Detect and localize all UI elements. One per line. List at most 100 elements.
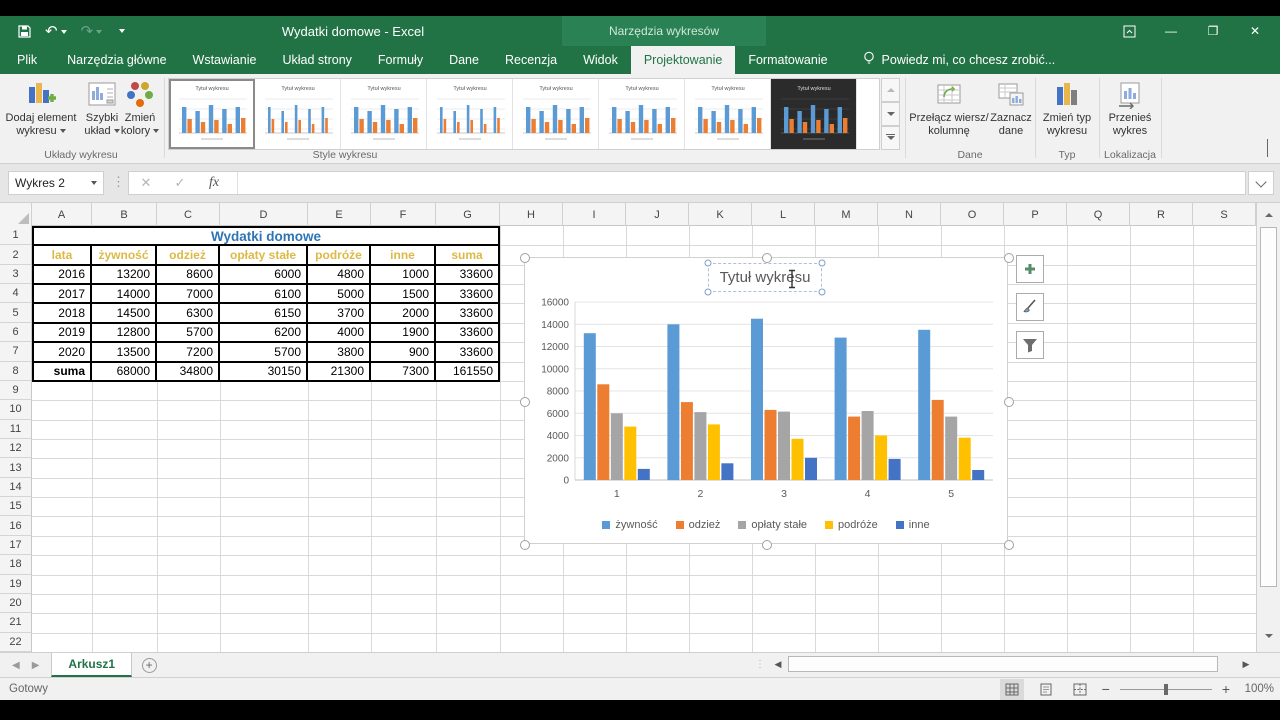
tab-recenzja[interactable]: Recenzja [492, 46, 570, 74]
row-header-11[interactable]: 11 [0, 420, 32, 439]
column-header-A[interactable]: A [32, 203, 92, 226]
chart-style-thumbnail[interactable]: Tytuł wykresu [599, 79, 685, 149]
table-cell[interactable]: 6150 [220, 304, 308, 323]
table-cell[interactable]: 161550 [436, 363, 500, 382]
table-cell[interactable]: 5700 [220, 343, 308, 362]
chart-style-thumbnail[interactable]: Tytuł wykresu [685, 79, 771, 149]
selection-handle[interactable] [1004, 397, 1014, 407]
scroll-up-icon[interactable] [1260, 206, 1277, 223]
normal-view-icon[interactable] [1000, 679, 1024, 700]
table-cell[interactable]: 14000 [92, 285, 157, 304]
column-header-F[interactable]: F [371, 203, 436, 226]
legend-item-opłaty stałe[interactable]: opłaty stałe [738, 519, 807, 531]
zoom-in-icon[interactable]: + [1222, 681, 1230, 697]
scroll-left-icon[interactable]: ◀ [770, 655, 786, 673]
scroll-down-icon[interactable] [1260, 627, 1277, 644]
tab-wstawianie[interactable]: Wstawianie [180, 46, 270, 74]
chart-style-thumbnail[interactable]: Tytuł wykresu [341, 79, 427, 149]
chart-styles-button[interactable] [1016, 293, 1044, 321]
row-header-14[interactable]: 14 [0, 478, 32, 497]
table-cell[interactable]: 3700 [308, 304, 371, 323]
table-cell[interactable]: 900 [371, 343, 436, 362]
page-break-view-icon[interactable] [1068, 679, 1092, 700]
table-header-cell[interactable]: żywność [92, 246, 157, 265]
table-cell[interactable]: 30150 [220, 363, 308, 382]
row-header-5[interactable]: 5 [0, 303, 32, 322]
legend-item-żywność[interactable]: żywność [602, 519, 657, 531]
tab-układ-strony[interactable]: Układ strony [269, 46, 364, 74]
row-header-4[interactable]: 4 [0, 284, 32, 303]
table-header-cell[interactable]: lata [32, 246, 92, 265]
chart-style-thumbnail[interactable]: Tytuł wykresu [427, 79, 513, 149]
title-selection-handle[interactable] [819, 289, 826, 296]
row-header-19[interactable]: 19 [0, 575, 32, 594]
change-colors-button[interactable]: Zmień kolory [118, 78, 162, 138]
switch-row-column-button[interactable]: Przełącz wiersz/ kolumnę [906, 78, 992, 138]
table-header-cell[interactable]: inne [371, 246, 436, 265]
horizontal-scrollbar[interactable]: ⋮ ◀ ▶ [755, 655, 1254, 673]
column-header-D[interactable]: D [220, 203, 308, 226]
row-header-20[interactable]: 20 [0, 594, 32, 613]
gallery-scroll-down-icon[interactable] [881, 102, 900, 126]
selection-handle[interactable] [520, 397, 530, 407]
table-cell[interactable]: 1500 [371, 285, 436, 304]
scroll-right-icon[interactable]: ▶ [1238, 655, 1254, 673]
selection-handle[interactable] [1004, 253, 1014, 263]
selection-handle[interactable] [762, 540, 772, 550]
table-cell[interactable]: 2016 [32, 266, 92, 285]
cancel-icon[interactable]: ✕ [129, 175, 163, 191]
table-cell[interactable]: 4800 [308, 266, 371, 285]
table-cell[interactable]: 21300 [308, 363, 371, 382]
change-chart-type-button[interactable]: Zmień typ wykresu [1036, 78, 1098, 138]
new-sheet-button[interactable]: + [132, 653, 166, 677]
select-data-button[interactable]: Zaznacz dane [988, 78, 1034, 138]
column-header-N[interactable]: N [878, 203, 941, 226]
column-header-J[interactable]: J [626, 203, 689, 226]
table-cell[interactable]: suma [32, 363, 92, 382]
table-cell[interactable]: 1900 [371, 324, 436, 343]
table-cell[interactable]: 33600 [436, 285, 500, 304]
close-button[interactable]: ✕ [1234, 16, 1276, 46]
column-header-M[interactable]: M [815, 203, 878, 226]
selection-handle[interactable] [762, 253, 772, 263]
legend-item-podróże[interactable]: podróże [825, 519, 878, 531]
table-cell[interactable]: 2019 [32, 324, 92, 343]
zoom-slider-thumb[interactable] [1164, 684, 1168, 695]
table-cell[interactable]: 33600 [436, 324, 500, 343]
title-selection-handle[interactable] [705, 289, 712, 296]
chart-style-thumbnail[interactable]: Tytuł wykresu [513, 79, 599, 149]
table-cell[interactable]: 2000 [371, 304, 436, 323]
gallery-more-icon[interactable] [881, 126, 900, 150]
row-header-10[interactable]: 10 [0, 400, 32, 419]
tab-dane[interactable]: Dane [436, 46, 492, 74]
table-cell[interactable]: 2017 [32, 285, 92, 304]
expand-formula-bar-icon[interactable] [1248, 171, 1274, 195]
table-cell[interactable]: 6200 [220, 324, 308, 343]
add-chart-element-button[interactable]: Dodaj element wykresu [4, 78, 78, 138]
row-header-21[interactable]: 21 [0, 613, 32, 632]
chart-filters-button[interactable] [1016, 331, 1044, 359]
chart-style-thumbnail[interactable]: Tytuł wykresu [169, 79, 255, 149]
table-header-cell[interactable]: suma [436, 246, 500, 265]
formula-splitter[interactable]: ⋮ [112, 174, 125, 190]
enter-icon[interactable]: ✓ [163, 175, 197, 191]
table-cell[interactable]: 6000 [220, 266, 308, 285]
table-cell[interactable]: 3800 [308, 343, 371, 362]
name-box[interactable]: Wykres 2 [8, 171, 104, 195]
table-cell[interactable]: 12800 [92, 324, 157, 343]
grid-area[interactable]: 12345678910111213141516171819202122 Wyda… [0, 226, 1256, 652]
minimize-button[interactable]: — [1150, 16, 1192, 46]
sheet-nav-arrows[interactable]: ◀▶ [0, 653, 51, 677]
row-header-22[interactable]: 22 [0, 633, 32, 652]
column-header-C[interactable]: C [157, 203, 220, 226]
selection-handle[interactable] [520, 253, 530, 263]
zoom-slider[interactable] [1120, 689, 1212, 690]
save-icon[interactable] [18, 25, 31, 38]
selection-handle[interactable] [520, 540, 530, 550]
column-header-K[interactable]: K [689, 203, 752, 226]
table-cell[interactable]: 13200 [92, 266, 157, 285]
row-header-1[interactable]: 1 [0, 226, 32, 245]
row-header-9[interactable]: 9 [0, 381, 32, 400]
table-cell[interactable]: 7200 [157, 343, 220, 362]
gallery-scroll-up-icon[interactable] [881, 78, 900, 102]
